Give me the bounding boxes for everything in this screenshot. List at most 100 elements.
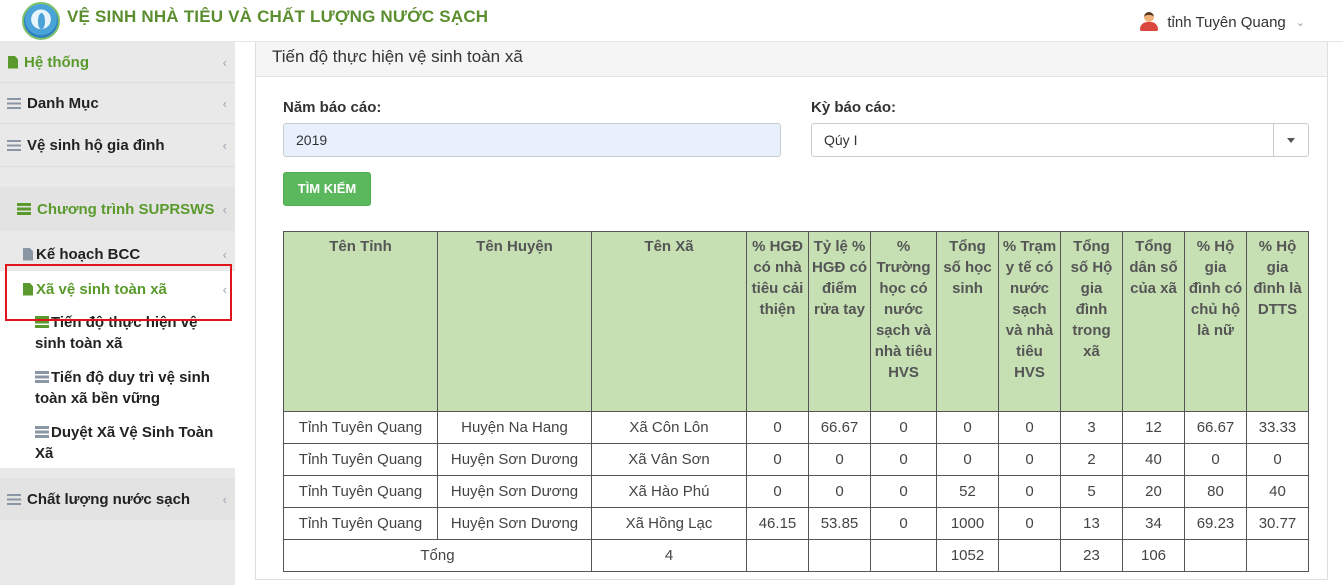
col-header: % Hộ gia đình có chủ hộ là nữ bbox=[1184, 231, 1247, 412]
col-header: % Trạm y tế có nước sạch và nhà tiêu HVS bbox=[998, 231, 1061, 412]
col-header: Tổng dân số của xã bbox=[1122, 231, 1185, 412]
period-select[interactable]: Qúy I bbox=[811, 123, 1309, 157]
year-value: 2019 bbox=[296, 132, 328, 148]
active-item-highlight bbox=[5, 264, 232, 321]
sidebar-item-label: Kế hoạch BCC bbox=[36, 245, 141, 263]
sidebar-item-tien-do-duy-tri[interactable]: Tiến độ duy trì vệ sinh toàn xã bền vững bbox=[35, 367, 225, 409]
server-icon bbox=[17, 203, 31, 215]
table-cell: 53.85 bbox=[808, 507, 871, 540]
table-cell: 0 bbox=[998, 475, 1061, 508]
table-cell: 0 bbox=[1246, 443, 1309, 476]
table-cell: 0 bbox=[936, 411, 999, 444]
year-input[interactable]: 2019 bbox=[283, 123, 781, 157]
table-row: Tỉnh Tuyên Quang Huyện Sơn Dương Xã Vân … bbox=[283, 443, 1309, 476]
sidebar-item-label: Chương trình SUPRSWS bbox=[37, 200, 215, 218]
table-cell: 1000 bbox=[936, 507, 999, 540]
table-cell: 46.15 bbox=[746, 507, 809, 540]
table-total-row: Tổng 4 1052 23 106 bbox=[283, 539, 1309, 572]
sidebar-item-label: Duyệt Xã Vệ Sinh Toàn Xã bbox=[35, 424, 214, 462]
app-title: VỆ SINH NHÀ TIÊU VÀ CHẤT LƯỢNG NƯỚC SẠCH bbox=[67, 7, 489, 26]
table-cell bbox=[1184, 539, 1247, 572]
table-cell: 0 bbox=[998, 443, 1061, 476]
table-cell: Huyện Na Hang bbox=[437, 411, 592, 444]
table-cell bbox=[808, 539, 871, 572]
sidebar-item-label: Hệ thống bbox=[24, 53, 89, 71]
table-cell: 2 bbox=[1060, 443, 1123, 476]
main-panel: Tiến độ thực hiện vệ sinh toàn xã Năm bá… bbox=[255, 42, 1328, 580]
sidebar-item-label: Chất lượng nước sạch bbox=[27, 490, 191, 508]
list-icon bbox=[7, 97, 21, 109]
table-cell: Huyện Sơn Dương bbox=[437, 507, 592, 540]
col-header: % Hộ gia đình là DTTS bbox=[1246, 231, 1309, 412]
period-value: Qúy I bbox=[824, 132, 858, 148]
col-header: Tên Huyện bbox=[437, 231, 592, 412]
table-cell: Tỉnh Tuyên Quang bbox=[283, 507, 438, 540]
table-cell: Tỉnh Tuyên Quang bbox=[283, 475, 438, 508]
table-cell: 66.67 bbox=[1184, 411, 1247, 444]
table-cell: 0 bbox=[936, 443, 999, 476]
sidebar-item-chuong-trinh-suprsws[interactable]: Chương trình SUPRSWS ‹ bbox=[0, 187, 235, 231]
chevron-down-icon: ⌄ bbox=[1295, 16, 1305, 29]
table-cell: 40 bbox=[1122, 443, 1185, 476]
table-cell: Huyện Sơn Dương bbox=[437, 475, 592, 508]
table-cell: 12 bbox=[1122, 411, 1185, 444]
table-cell: 80 bbox=[1184, 475, 1247, 508]
file-icon bbox=[8, 55, 18, 69]
total-label: Tổng bbox=[283, 539, 592, 572]
chevron-left-icon: ‹ bbox=[222, 95, 227, 111]
chevron-left-icon: ‹ bbox=[222, 491, 227, 507]
user-avatar-icon bbox=[1139, 12, 1159, 32]
table-cell: Xã Côn Lôn bbox=[591, 411, 747, 444]
chevron-left-icon: ‹ bbox=[222, 54, 227, 70]
user-menu[interactable]: tỉnh Tuyên Quang ⌄ bbox=[1139, 12, 1305, 32]
table-cell: 0 bbox=[998, 507, 1061, 540]
caret-down-icon[interactable] bbox=[1273, 124, 1308, 156]
table-cell: 0 bbox=[746, 411, 809, 444]
table-cell: Xã Hồng Lạc bbox=[591, 507, 747, 540]
file-icon bbox=[23, 247, 33, 261]
col-header: % Trường học có nước sạch và nhà tiêu HV… bbox=[870, 231, 937, 412]
search-button[interactable]: TÌM KIẾM bbox=[283, 172, 371, 206]
table-cell bbox=[998, 539, 1061, 572]
results-table: Tên Tỉnh Tên Huyện Tên Xã % HGĐ có nhà t… bbox=[283, 231, 1309, 572]
year-label: Năm báo cáo: bbox=[283, 99, 382, 116]
table-cell bbox=[1246, 539, 1309, 572]
table-cell: 0 bbox=[808, 475, 871, 508]
table-cell: 3 bbox=[1060, 411, 1123, 444]
table-cell: 0 bbox=[746, 475, 809, 508]
table-cell: 0 bbox=[870, 507, 937, 540]
table-cell: 0 bbox=[870, 411, 937, 444]
sidebar-item-danh-muc[interactable]: Danh Mục ‹ bbox=[0, 83, 235, 124]
chevron-left-icon: ‹ bbox=[222, 246, 227, 262]
col-header: Tên Tỉnh bbox=[283, 231, 438, 412]
sidebar-item-label: Danh Mục bbox=[27, 94, 99, 112]
total-students: 1052 bbox=[936, 539, 999, 572]
user-name: tỉnh Tuyên Quang bbox=[1167, 13, 1286, 31]
sidebar-item-label: Vệ sinh hộ gia đình bbox=[27, 137, 165, 154]
table-cell: 40 bbox=[1246, 475, 1309, 508]
logo-icon bbox=[22, 2, 60, 40]
top-header: VỆ SINH NHÀ TIÊU VÀ CHẤT LƯỢNG NƯỚC SẠCH… bbox=[0, 0, 1343, 42]
table-cell: 33.33 bbox=[1246, 411, 1309, 444]
table-cell: 0 bbox=[870, 475, 937, 508]
sidebar-item-duyet-xa[interactable]: Duyệt Xã Vệ Sinh Toàn Xã bbox=[35, 422, 225, 464]
period-label: Kỳ báo cáo: bbox=[811, 99, 897, 116]
sidebar-item-chat-luong-nuoc-sach[interactable]: Chất lượng nước sạch ‹ bbox=[0, 478, 235, 520]
table-cell bbox=[870, 539, 937, 572]
table-cell: 69.23 bbox=[1184, 507, 1247, 540]
table-cell: Xã Hào Phú bbox=[591, 475, 747, 508]
table-row: Tỉnh Tuyên Quang Huyện Sơn Dương Xã Hào … bbox=[283, 475, 1309, 508]
col-header: Tên Xã bbox=[591, 231, 747, 412]
table-cell: 5 bbox=[1060, 475, 1123, 508]
table-cell: 0 bbox=[808, 443, 871, 476]
table-cell: Huyện Sơn Dương bbox=[437, 443, 592, 476]
sidebar-item-ve-sinh-ho-gia-dinh[interactable]: Vệ sinh hộ gia đình ‹ bbox=[0, 125, 235, 167]
chevron-left-icon: ‹ bbox=[222, 201, 227, 217]
table-cell: 13 bbox=[1060, 507, 1123, 540]
sidebar-item-he-thong[interactable]: Hệ thống ‹ bbox=[0, 42, 235, 83]
total-population: 106 bbox=[1122, 539, 1185, 572]
table-cell: 0 bbox=[746, 443, 809, 476]
server-icon bbox=[35, 426, 49, 438]
table-cell: 66.67 bbox=[808, 411, 871, 444]
table-cell: 20 bbox=[1122, 475, 1185, 508]
